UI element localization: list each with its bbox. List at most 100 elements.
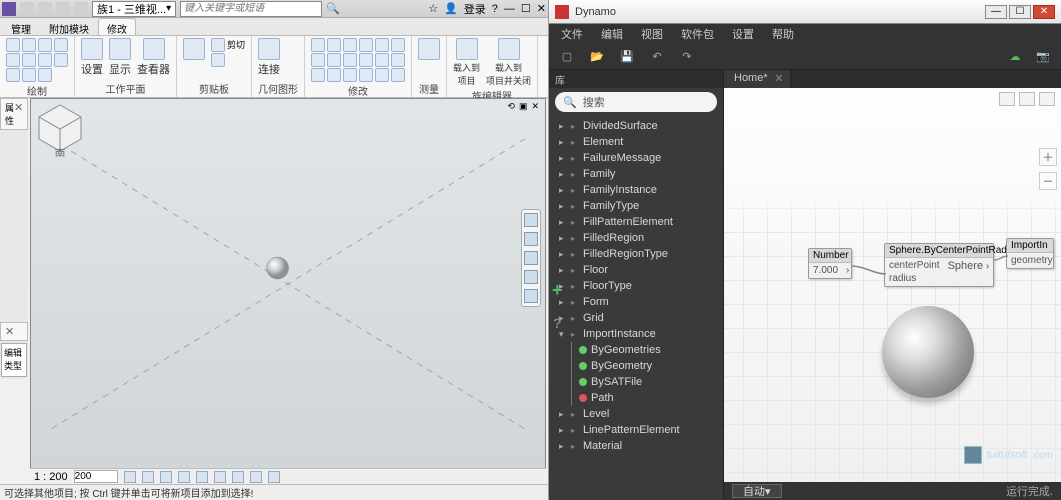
- tab-addins[interactable]: 附加模块: [40, 18, 98, 35]
- menu-file[interactable]: 文件: [561, 26, 583, 42]
- snapshot-icon[interactable]: 📷: [1035, 49, 1051, 65]
- help-icon[interactable]: ?: [553, 315, 562, 331]
- fillet-icon[interactable]: [6, 68, 20, 82]
- load-close-button[interactable]: 载入到 项目并关闭: [486, 38, 531, 87]
- dynamo-titlebar[interactable]: Dynamo — ☐ ✕: [549, 0, 1061, 24]
- hide-icon[interactable]: [250, 471, 262, 483]
- crop-region-icon[interactable]: [214, 471, 226, 483]
- viewer-button[interactable]: 查看器: [137, 38, 170, 77]
- zoom-in-button[interactable]: ＋: [1039, 148, 1057, 166]
- cascade-icon[interactable]: ▣: [519, 101, 528, 112]
- ellipse-icon[interactable]: [54, 53, 68, 67]
- app-icon[interactable]: [2, 2, 16, 16]
- scale-input[interactable]: [74, 470, 118, 483]
- close-button[interactable]: ✕: [1033, 5, 1055, 19]
- tree-row[interactable]: ▸▸FilledRegion: [549, 230, 723, 246]
- crop-icon[interactable]: [196, 471, 208, 483]
- lock-icon[interactable]: [232, 471, 244, 483]
- restore-icon[interactable]: ⟲: [507, 101, 515, 112]
- plus-icon[interactable]: +: [552, 280, 563, 301]
- tree-row[interactable]: ▸▸Family: [549, 166, 723, 182]
- tree-row[interactable]: ▸▸Material: [549, 438, 723, 454]
- ws-toggle3[interactable]: [1039, 92, 1055, 106]
- workspace-canvas[interactable]: ＋ － Number 7.000› Sphere.ByCenterPointRa…: [724, 88, 1061, 482]
- out-port-sphere[interactable]: Sphere ›: [948, 260, 990, 272]
- minimize-button[interactable]: —: [985, 5, 1007, 19]
- tree-row[interactable]: ▸▸Level: [549, 406, 723, 422]
- arc2-icon[interactable]: [22, 53, 36, 67]
- show-plane-button[interactable]: 显示: [109, 38, 131, 77]
- close-icon[interactable]: ✕: [5, 325, 14, 338]
- scale-icon[interactable]: [359, 53, 373, 67]
- load-into-project-button[interactable]: 载入到 项目: [453, 38, 480, 87]
- node-sphere[interactable]: Sphere.ByCenterPointRadius centerPoint r…: [884, 243, 994, 287]
- set-plane-button[interactable]: 设置: [81, 38, 103, 77]
- tree-row[interactable]: ▸▸FailureMessage: [549, 150, 723, 166]
- visual-style-icon[interactable]: [142, 471, 154, 483]
- paste-button[interactable]: [183, 38, 205, 60]
- close-icon[interactable]: ✕: [14, 101, 23, 127]
- detail-level-icon[interactable]: [124, 471, 136, 483]
- tree-row[interactable]: ▾▸ImportInstance: [549, 326, 723, 342]
- fav-icon[interactable]: ☆: [428, 2, 438, 15]
- offset-icon[interactable]: [343, 38, 357, 52]
- ws-toggle1[interactable]: [999, 92, 1015, 106]
- copy-icon[interactable]: [211, 53, 225, 67]
- save-icon[interactable]: 💾: [619, 49, 635, 65]
- tree-row-child[interactable]: Path: [549, 390, 723, 406]
- spline-icon[interactable]: [38, 53, 52, 67]
- menu-packages[interactable]: 软件包: [681, 26, 714, 42]
- rotate-icon[interactable]: [311, 53, 325, 67]
- help-icon[interactable]: ?: [492, 3, 498, 15]
- shadow-icon[interactable]: [178, 471, 190, 483]
- type-tab[interactable]: ✕: [0, 322, 28, 341]
- zoom-out-button[interactable]: －: [1039, 172, 1057, 190]
- tree-row[interactable]: ▸▸FamilyInstance: [549, 182, 723, 198]
- help-search-input[interactable]: [180, 1, 322, 17]
- poly-icon[interactable]: [38, 38, 52, 52]
- close-icon[interactable]: ✕: [774, 72, 783, 85]
- tree-row[interactable]: ▸▸FloorType: [549, 278, 723, 294]
- open-icon[interactable]: 📂: [589, 49, 605, 65]
- tree-row-child[interactable]: BySATFile: [549, 374, 723, 390]
- m4-icon[interactable]: [359, 68, 373, 82]
- extend-icon[interactable]: [375, 53, 389, 67]
- redo-icon[interactable]: ↷: [679, 49, 695, 65]
- move-icon[interactable]: [327, 38, 341, 52]
- login-link[interactable]: 登录: [464, 1, 486, 17]
- tree-row[interactable]: ▸▸FillPatternElement: [549, 214, 723, 230]
- in-port-radius[interactable]: radius: [889, 273, 940, 284]
- redo-icon[interactable]: [74, 2, 88, 16]
- number-value[interactable]: 7.000: [813, 265, 838, 276]
- tab-modify[interactable]: 修改: [98, 18, 136, 35]
- search-icon[interactable]: 🔍: [326, 2, 340, 16]
- cut-icon[interactable]: [211, 38, 225, 52]
- close-icon[interactable]: ✕: [537, 2, 546, 15]
- tree-row[interactable]: ▸▸Floor: [549, 262, 723, 278]
- tangent-icon[interactable]: [38, 68, 52, 82]
- tree-row-child[interactable]: ByGeometries: [549, 342, 723, 358]
- array-icon[interactable]: [343, 53, 357, 67]
- properties-tab[interactable]: 属性✕: [0, 98, 28, 130]
- undo-icon[interactable]: ↶: [649, 49, 665, 65]
- m2-icon[interactable]: [327, 68, 341, 82]
- tree-row-child[interactable]: ByGeometry: [549, 358, 723, 374]
- line-icon[interactable]: [6, 38, 20, 52]
- undo-icon[interactable]: [56, 2, 70, 16]
- align-icon[interactable]: [311, 38, 325, 52]
- pin-icon[interactable]: [391, 53, 405, 67]
- out-port[interactable]: ›: [846, 265, 849, 276]
- circle-icon[interactable]: [54, 38, 68, 52]
- in-port-centerpoint[interactable]: centerPoint: [889, 260, 940, 271]
- sun-icon[interactable]: [160, 471, 172, 483]
- library-search[interactable]: 🔍 搜索: [555, 92, 717, 112]
- save-icon[interactable]: [20, 2, 34, 16]
- mirror-icon[interactable]: [359, 38, 373, 52]
- viewcube[interactable]: 南: [31, 99, 89, 157]
- tree-row[interactable]: ▸▸LinePatternElement: [549, 422, 723, 438]
- library-tree[interactable]: ▸▸DividedSurface▸▸Element▸▸FailureMessag…: [549, 116, 723, 500]
- pick-icon[interactable]: [22, 68, 36, 82]
- split-icon[interactable]: [391, 38, 405, 52]
- trim-icon[interactable]: [375, 38, 389, 52]
- menu-view[interactable]: 视图: [641, 26, 663, 42]
